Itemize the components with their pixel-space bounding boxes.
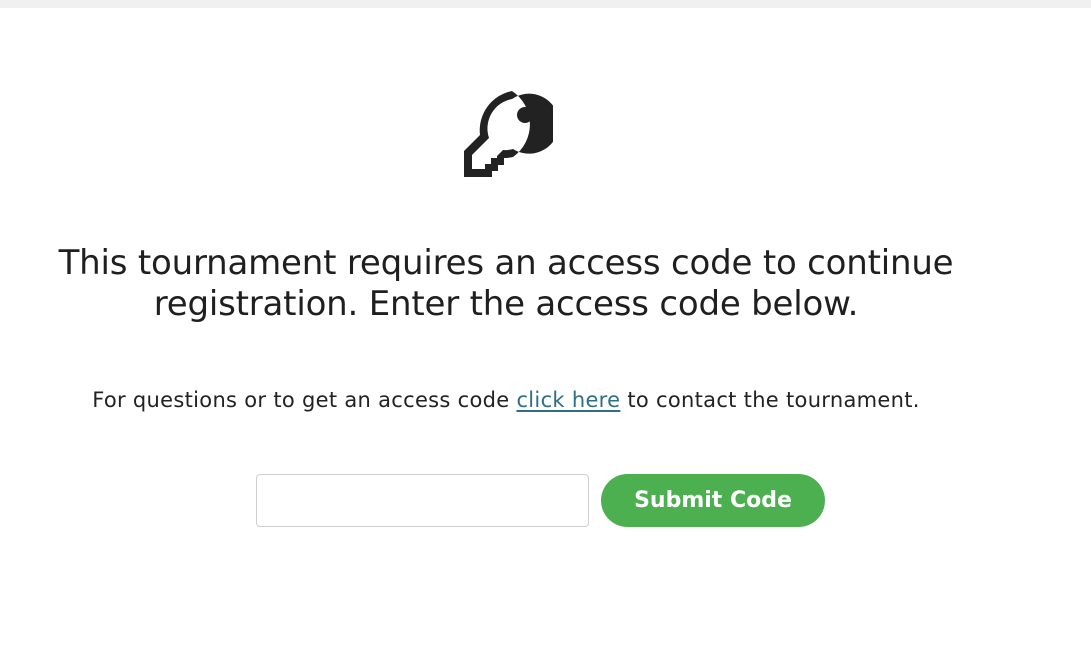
access-code-input[interactable] xyxy=(256,474,589,527)
key-icon xyxy=(464,91,553,177)
page-title: This tournament requires an access code … xyxy=(0,243,1012,325)
page-title-line-1: This tournament requires an access code … xyxy=(58,243,954,283)
contact-link[interactable]: click here xyxy=(516,388,620,412)
submit-code-button[interactable]: Submit Code xyxy=(601,474,825,527)
top-bar xyxy=(0,0,1091,8)
page-title-line-2: registration. Enter the access code belo… xyxy=(153,284,859,324)
help-text: For questions or to get an access code c… xyxy=(0,386,1012,414)
help-text-prefix: For questions or to get an access code xyxy=(92,388,517,412)
help-text-suffix: to contact the tournament. xyxy=(620,388,920,412)
